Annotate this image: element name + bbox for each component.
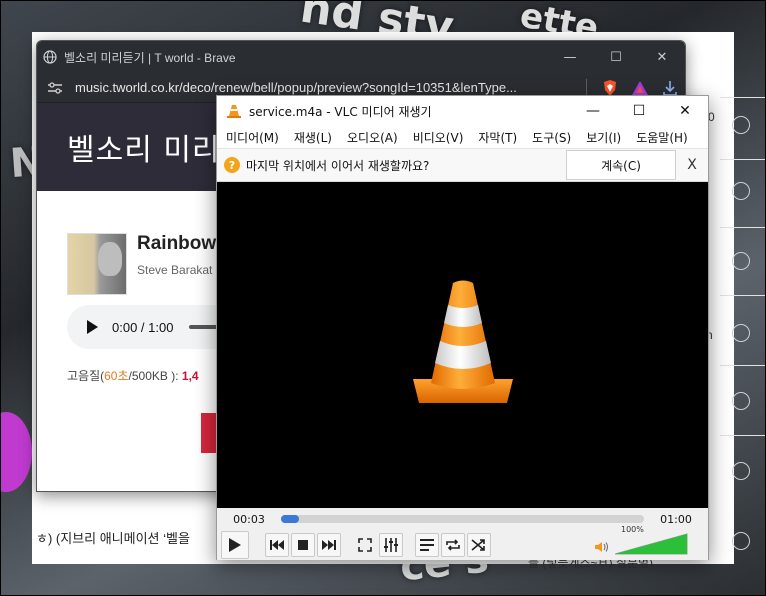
menu-video[interactable]: 비디오(V) xyxy=(406,129,472,146)
vlc-window: service.m4a - VLC 미디어 재생기 — ☐ ✕ 미디어(M) 재… xyxy=(216,95,709,560)
dismiss-notice-button[interactable]: X xyxy=(676,157,708,173)
close-button[interactable]: ✕ xyxy=(662,96,708,126)
vlc-window-title: service.m4a - VLC 미디어 재생기 xyxy=(249,104,432,119)
vlc-menubar: 미디어(M) 재생(L) 오디오(A) 비디오(V) 자막(T) 도구(S) 보… xyxy=(217,126,708,148)
shuffle-button[interactable] xyxy=(467,533,491,557)
speaker-icon[interactable] xyxy=(595,538,609,557)
play-icon[interactable] xyxy=(87,320,98,334)
resume-message: 마지막 위치에서 이어서 재생할까요? xyxy=(246,158,430,173)
quality-prefix: 고음질( xyxy=(67,369,105,383)
fullscreen-icon xyxy=(358,538,372,552)
stop-button[interactable] xyxy=(291,533,315,557)
extended-settings-button[interactable] xyxy=(379,533,403,557)
song-title: Rainbow xyxy=(137,233,217,254)
previous-icon xyxy=(270,540,284,550)
player-time: 0:00 / 1:00 xyxy=(112,319,174,335)
seek-bar-fill xyxy=(281,515,300,523)
question-icon: ? xyxy=(224,157,240,173)
play-icon xyxy=(229,538,241,552)
minimize-button[interactable]: — xyxy=(547,41,593,73)
brave-rewards-icon[interactable] xyxy=(625,80,655,96)
menu-media[interactable]: 미디어(M) xyxy=(219,129,287,146)
menu-help[interactable]: 도움말(H) xyxy=(629,129,696,146)
vlc-cone-logo-icon xyxy=(412,280,513,403)
url-field[interactable]: music.tworld.co.kr/deco/renew/bell/popup… xyxy=(75,80,578,95)
brave-window-title: 벨소리 미리듣기 | T world - Brave xyxy=(64,50,236,65)
vlc-cone-icon xyxy=(227,105,241,118)
fullscreen-button[interactable] xyxy=(353,533,377,557)
stop-icon xyxy=(298,540,308,550)
background-radio xyxy=(732,116,750,134)
background-radio xyxy=(732,324,750,342)
quality-price: 1,4 xyxy=(181,369,199,383)
resume-notice-bar: ? 마지막 위치에서 이어서 재생할까요? 계속(C) X xyxy=(217,148,708,182)
download-icon[interactable] xyxy=(655,80,685,96)
background-radio xyxy=(732,392,750,410)
quality-info: 고음질(60초/500KB ): 1,4 xyxy=(67,367,199,384)
toolbar-divider xyxy=(586,78,587,97)
next-button[interactable] xyxy=(317,533,341,557)
shuffle-icon xyxy=(471,539,485,551)
background-side-text: 0 xyxy=(708,110,715,124)
album-art-portrait xyxy=(98,242,122,276)
background-radio xyxy=(732,182,750,200)
menu-audio[interactable]: 오디오(A) xyxy=(340,129,406,146)
quality-seconds: 60초 xyxy=(104,369,129,383)
menu-playback[interactable]: 재생(L) xyxy=(287,129,340,146)
minimize-button[interactable]: — xyxy=(570,96,616,126)
equalizer-icon xyxy=(384,538,398,552)
site-settings-icon[interactable] xyxy=(47,81,63,95)
playlist-icon xyxy=(420,539,434,551)
loop-button[interactable] xyxy=(441,533,465,557)
previous-button[interactable] xyxy=(265,533,289,557)
globe-icon xyxy=(43,50,57,64)
maximize-button[interactable]: ☐ xyxy=(616,96,662,126)
album-art xyxy=(67,233,127,295)
playback-controls: 100% xyxy=(217,525,708,560)
menu-subtitle[interactable]: 자막(T) xyxy=(471,129,525,146)
artist-name: Steve Barakat xyxy=(137,263,213,277)
elapsed-time: 00:03 xyxy=(233,512,265,526)
video-area[interactable] xyxy=(217,182,708,508)
background-footer-text: ㅎ) (지브리 애니메이션 ‘벨을 xyxy=(36,531,190,546)
background-radio xyxy=(732,462,750,480)
close-button[interactable]: ✕ xyxy=(639,41,685,73)
brave-shields-icon[interactable] xyxy=(595,79,625,97)
menu-tools[interactable]: 도구(S) xyxy=(525,129,579,146)
menu-view[interactable]: 보기(I) xyxy=(579,129,629,146)
player-progress[interactable] xyxy=(189,325,220,329)
seek-bar[interactable] xyxy=(281,515,644,523)
next-icon xyxy=(322,540,336,550)
loop-icon xyxy=(446,539,460,551)
volume-slider[interactable] xyxy=(615,532,689,556)
brave-titlebar[interactable]: 벨소리 미리듣기 | T world - Brave — ☐ ✕ xyxy=(37,41,685,73)
total-time: 01:00 xyxy=(660,512,692,526)
playlist-button[interactable] xyxy=(415,533,439,557)
background-radio xyxy=(732,532,750,550)
continue-button[interactable]: 계속(C) xyxy=(566,150,676,180)
vlc-titlebar[interactable]: service.m4a - VLC 미디어 재생기 — ☐ ✕ xyxy=(217,96,708,126)
background-radio xyxy=(732,252,750,270)
quality-suffix: /500KB ): xyxy=(128,369,182,383)
maximize-button[interactable]: ☐ xyxy=(593,41,639,73)
play-button[interactable] xyxy=(221,531,249,559)
background-row xyxy=(720,64,766,98)
wallpaper-shape xyxy=(0,412,32,492)
